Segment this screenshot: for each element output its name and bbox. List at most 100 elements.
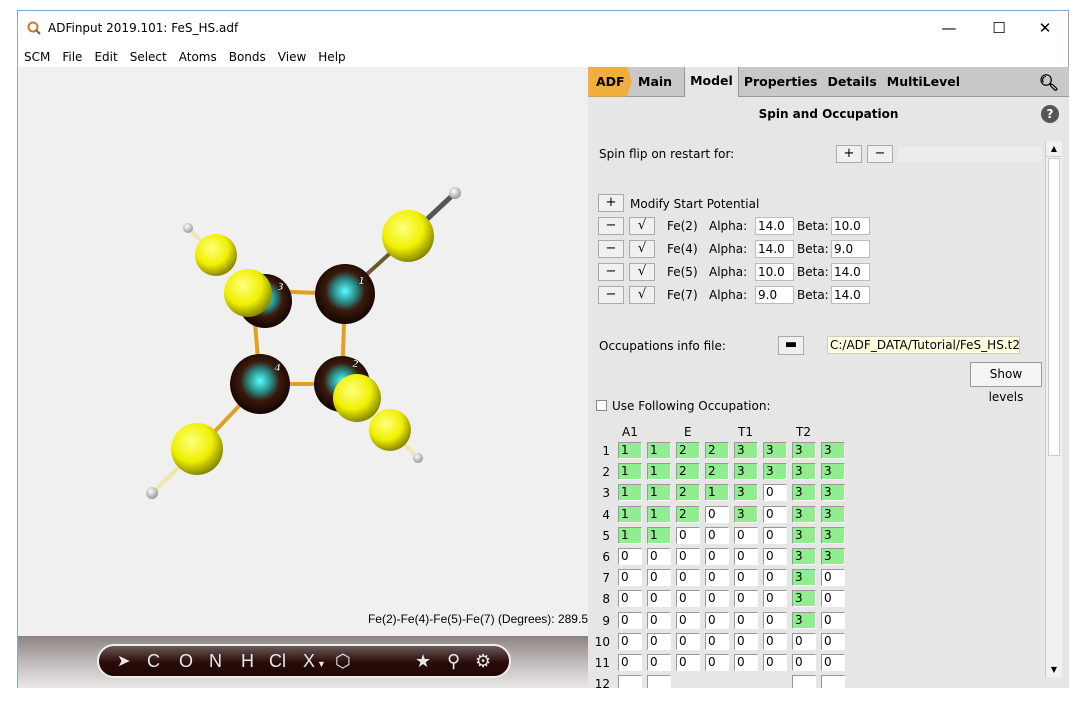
occupation-cell[interactable]: 0 — [705, 505, 729, 523]
menu-atoms[interactable]: Atoms — [173, 50, 223, 64]
beta-input[interactable]: 14.0 — [831, 286, 870, 304]
occupation-cell[interactable]: 0 — [705, 548, 729, 565]
spin-flip-add-button[interactable]: + — [836, 145, 862, 163]
occupation-cell[interactable]: 0 — [647, 590, 671, 608]
dropdown-arrow-icon[interactable]: ▼ — [317, 659, 326, 669]
occupation-cell[interactable]: 3 — [792, 590, 816, 608]
spin-flip-field[interactable] — [898, 147, 1042, 162]
occupation-cell[interactable]: 0 — [647, 569, 671, 587]
occupation-cell[interactable]: 0 — [647, 632, 671, 650]
scroll-thumb[interactable] — [1048, 158, 1060, 456]
molecule-canvas[interactable]: 1 2 3 4 — [18, 67, 588, 637]
occupation-cell[interactable]: 0 — [618, 611, 642, 629]
occupation-cell[interactable]: 0 — [676, 526, 700, 544]
beta-input[interactable]: 14.0 — [831, 263, 870, 281]
sulfur-atom[interactable] — [333, 374, 381, 422]
occupation-cell[interactable]: 1 — [647, 505, 671, 523]
occupation-cell[interactable]: 0 — [821, 632, 845, 650]
occupation-cell[interactable]: 2 — [705, 442, 729, 459]
occupation-cell[interactable]: 0 — [734, 548, 758, 565]
occupation-cell[interactable] — [647, 675, 671, 688]
apply-potential-button[interactable]: √ — [629, 240, 655, 258]
remove-potential-button[interactable]: − — [598, 286, 624, 304]
occupation-cell[interactable]: 3 — [821, 463, 845, 481]
occupation-cell[interactable]: 0 — [705, 632, 729, 650]
element-h-button[interactable]: H — [241, 651, 254, 672]
occupation-cell[interactable]: 1 — [647, 526, 671, 544]
hydrogen-atom[interactable] — [449, 187, 461, 199]
use-occupation-checkbox[interactable] — [596, 400, 607, 411]
occupation-cell[interactable]: 0 — [763, 505, 787, 523]
occupation-cell[interactable]: 0 — [734, 632, 758, 650]
occupation-cell[interactable]: 1 — [618, 442, 642, 459]
element-n-button[interactable]: N — [209, 651, 222, 672]
beta-input[interactable]: 10.0 — [831, 217, 870, 235]
occupation-cell[interactable]: 0 — [705, 526, 729, 544]
occupation-cell[interactable]: 0 — [763, 569, 787, 587]
iron-atom[interactable] — [230, 354, 290, 414]
tab-properties[interactable]: Properties — [739, 67, 823, 97]
occupation-cell[interactable]: 0 — [676, 569, 700, 587]
molecule-viewer[interactable]: 1 2 3 4 Fe(2)-Fe(4)-Fe(5)-Fe(7) (Degrees… — [18, 67, 588, 688]
occupation-cell[interactable]: 3 — [763, 442, 787, 459]
occupation-cell[interactable]: 0 — [763, 484, 787, 502]
sulfur-atom[interactable] — [224, 269, 272, 317]
ring-hexagon-icon[interactable]: ⬡ — [335, 651, 351, 672]
occupation-cell[interactable]: 0 — [763, 632, 787, 650]
select-pointer-icon[interactable]: ➤ — [117, 651, 130, 671]
element-cl-button[interactable]: Cl — [269, 651, 286, 672]
occupation-cell[interactable]: 0 — [676, 654, 700, 671]
maximize-button[interactable]: ☐ — [976, 11, 1022, 44]
occupation-cell[interactable]: 3 — [792, 463, 816, 481]
sulfur-atom[interactable] — [369, 409, 411, 451]
occupation-cell[interactable]: 3 — [734, 463, 758, 481]
occupation-cell[interactable]: 0 — [734, 569, 758, 587]
occupation-cell[interactable]: 0 — [734, 611, 758, 629]
occupation-cell[interactable]: 0 — [618, 654, 642, 671]
alpha-input[interactable]: 14.0 — [755, 240, 794, 258]
occupation-cell[interactable]: 3 — [792, 505, 816, 523]
tab-details[interactable]: Details — [823, 67, 882, 97]
occupation-cell[interactable]: 0 — [763, 654, 787, 671]
occupation-cell[interactable]: 3 — [821, 484, 845, 502]
occupation-cell[interactable]: 0 — [763, 526, 787, 544]
vertical-scrollbar[interactable]: ▲ ▼ — [1045, 141, 1062, 678]
occupation-cell[interactable] — [792, 675, 816, 688]
menu-view[interactable]: View — [272, 50, 312, 64]
apply-potential-button[interactable]: √ — [629, 286, 655, 304]
occupation-cell[interactable]: 0 — [618, 569, 642, 587]
add-start-potential-button[interactable]: + — [598, 194, 624, 212]
scroll-down-arrow-icon[interactable]: ▼ — [1046, 662, 1062, 678]
scroll-up-arrow-icon[interactable]: ▲ — [1046, 141, 1062, 157]
tab-model[interactable]: Model — [684, 67, 739, 97]
occupation-cell[interactable]: 3 — [792, 442, 816, 459]
alpha-input[interactable]: 10.0 — [755, 263, 794, 281]
minimize-button[interactable]: — — [926, 11, 972, 44]
occupation-cell[interactable]: 1 — [647, 442, 671, 459]
occupation-cell[interactable]: 3 — [792, 569, 816, 587]
sulfur-atom[interactable] — [382, 210, 434, 262]
hydrogen-atom[interactable] — [413, 453, 423, 463]
occupation-cell[interactable]: 2 — [705, 463, 729, 481]
menu-help[interactable]: Help — [312, 50, 351, 64]
occupation-cell[interactable]: 3 — [792, 526, 816, 544]
star-icon[interactable]: ★ — [415, 651, 431, 672]
occupation-cell[interactable] — [618, 675, 642, 688]
occupation-cell[interactable]: 1 — [618, 463, 642, 481]
occupation-cell[interactable]: 0 — [705, 654, 729, 671]
occupation-cell[interactable]: 0 — [792, 654, 816, 671]
alpha-input[interactable]: 14.0 — [755, 217, 794, 235]
occupation-cell[interactable]: 2 — [676, 442, 700, 459]
occupation-cell[interactable]: 0 — [763, 611, 787, 629]
occupation-cell[interactable]: 3 — [792, 484, 816, 502]
occupation-cell[interactable]: 3 — [792, 548, 816, 565]
occupation-cell[interactable]: 0 — [676, 590, 700, 608]
hydrogen-atom[interactable] — [183, 223, 193, 233]
occupation-cell[interactable]: 1 — [647, 463, 671, 481]
occupation-cell[interactable]: 2 — [676, 505, 700, 523]
alpha-input[interactable]: 9.0 — [755, 286, 794, 304]
sulfur-atom[interactable] — [195, 234, 237, 276]
menu-select[interactable]: Select — [124, 50, 173, 64]
occupation-cell[interactable]: 1 — [618, 505, 642, 523]
occupation-cell[interactable]: 0 — [676, 632, 700, 650]
